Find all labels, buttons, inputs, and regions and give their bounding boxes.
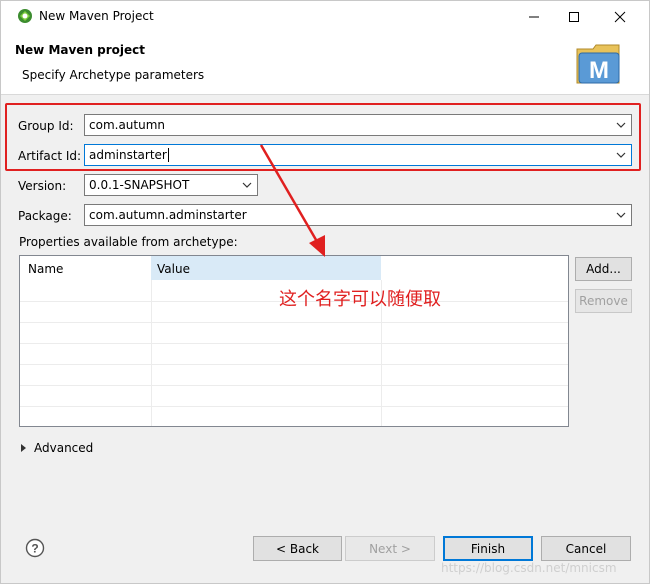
row-divider (20, 322, 568, 323)
page-subtitle: Specify Archetype parameters (22, 68, 205, 82)
package-value: com.autumn.adminstarter (89, 208, 247, 222)
properties-table[interactable]: Name Value (19, 255, 569, 427)
expand-triangle-icon (21, 444, 26, 452)
properties-label: Properties available from archetype: (19, 235, 238, 249)
row-divider (20, 364, 568, 365)
annotation-text: 这个名字可以随便取 (279, 289, 441, 310)
row-divider (20, 343, 568, 344)
new-maven-project-dialog: New Maven Project New Maven project Spec… (0, 0, 650, 584)
page-title: New Maven project (15, 43, 146, 57)
cancel-button-label: Cancel (565, 542, 607, 556)
remove-button[interactable]: Remove (575, 289, 632, 313)
maven-logo-icon: M (576, 44, 620, 84)
help-icon[interactable]: ? (25, 538, 45, 558)
add-button[interactable]: Add... (575, 257, 632, 281)
maven-eclipse-icon (18, 9, 32, 23)
package-combo[interactable]: com.autumn.adminstarter (84, 204, 632, 226)
back-button-label: < Back (275, 542, 319, 556)
column-divider (151, 280, 152, 426)
wizard-header: New Maven project Specify Archetype para… (1, 32, 649, 95)
minimize-icon (529, 16, 539, 17)
next-button-label: Next > (369, 542, 411, 556)
title-bar: New Maven Project (1, 1, 649, 32)
version-combo[interactable]: 0.0.1-SNAPSHOT (84, 174, 258, 196)
add-button-label: Add... (586, 262, 621, 276)
column-header-name[interactable]: Name (20, 256, 151, 280)
finish-button[interactable]: Finish (443, 536, 533, 561)
close-icon (614, 11, 626, 22)
svg-text:?: ? (31, 542, 38, 556)
row-divider (20, 385, 568, 386)
next-button[interactable]: Next > (345, 536, 435, 561)
advanced-label: Advanced (34, 441, 94, 455)
row-divider (20, 406, 568, 407)
finish-button-label: Finish (470, 542, 506, 556)
maximize-button[interactable] (551, 1, 597, 32)
remove-button-label: Remove (579, 294, 628, 308)
advanced-expander[interactable]: Advanced (21, 441, 93, 455)
version-value: 0.0.1-SNAPSHOT (89, 178, 190, 192)
cancel-button[interactable]: Cancel (541, 536, 631, 561)
close-button[interactable] (597, 1, 643, 32)
version-label: Version: (18, 179, 67, 193)
watermark: https://blog.csdn.net/mnicsm (441, 561, 617, 575)
svg-text:M: M (589, 57, 609, 84)
maximize-icon (569, 11, 579, 22)
back-button[interactable]: < Back (253, 536, 342, 561)
package-label: Package: (18, 209, 72, 223)
window-title: New Maven Project (39, 9, 154, 23)
annotation-arrow-icon (259, 144, 325, 257)
chevron-down-icon[interactable] (615, 209, 627, 221)
